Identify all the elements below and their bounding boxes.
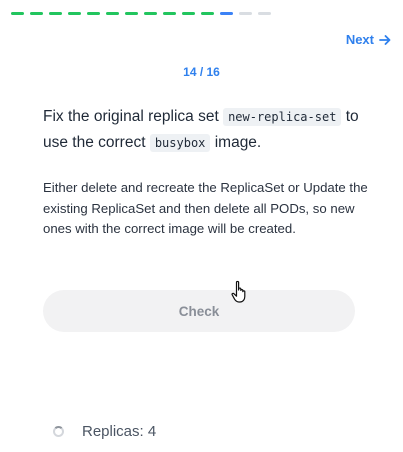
progress-segment (220, 12, 233, 15)
progress-segment (87, 12, 100, 15)
hand-pointer-cursor-icon (230, 280, 250, 309)
progress-segment (239, 12, 252, 15)
progress-segment (182, 12, 195, 15)
progress-segment (106, 12, 119, 15)
progress-segment (163, 12, 176, 15)
progress-segment (30, 12, 43, 15)
next-label: Next (345, 32, 374, 47)
question-text: Fix the original replica set new-replica… (43, 104, 363, 156)
question-description: Either delete and recreate the ReplicaSe… (43, 180, 368, 236)
image-name-code: busybox (149, 134, 211, 152)
progress-segment (144, 12, 157, 15)
progress-segment (49, 12, 62, 15)
progress-segment (125, 12, 138, 15)
next-link[interactable]: Next (346, 32, 391, 47)
progress-segment (201, 12, 214, 15)
progress-segment (11, 12, 24, 15)
task-label: Replicas: 4 (82, 423, 157, 440)
question-part-3: image. (210, 134, 262, 151)
loading-spinner-icon (53, 426, 64, 437)
progress-segment (68, 12, 81, 15)
check-button[interactable]: Check (43, 290, 355, 332)
arrow-right-icon (379, 34, 391, 46)
question-part-1: Fix the original replica set (43, 108, 224, 125)
question-counter: 14 / 16 (183, 65, 220, 79)
task-item: Replicas: 4 (53, 423, 156, 440)
progress-bar (11, 12, 271, 15)
replicaset-name-code: new-replica-set (223, 108, 342, 126)
quiz-page: Next 14 / 16 Fix the original replica se… (0, 0, 403, 452)
progress-segment (258, 12, 271, 15)
